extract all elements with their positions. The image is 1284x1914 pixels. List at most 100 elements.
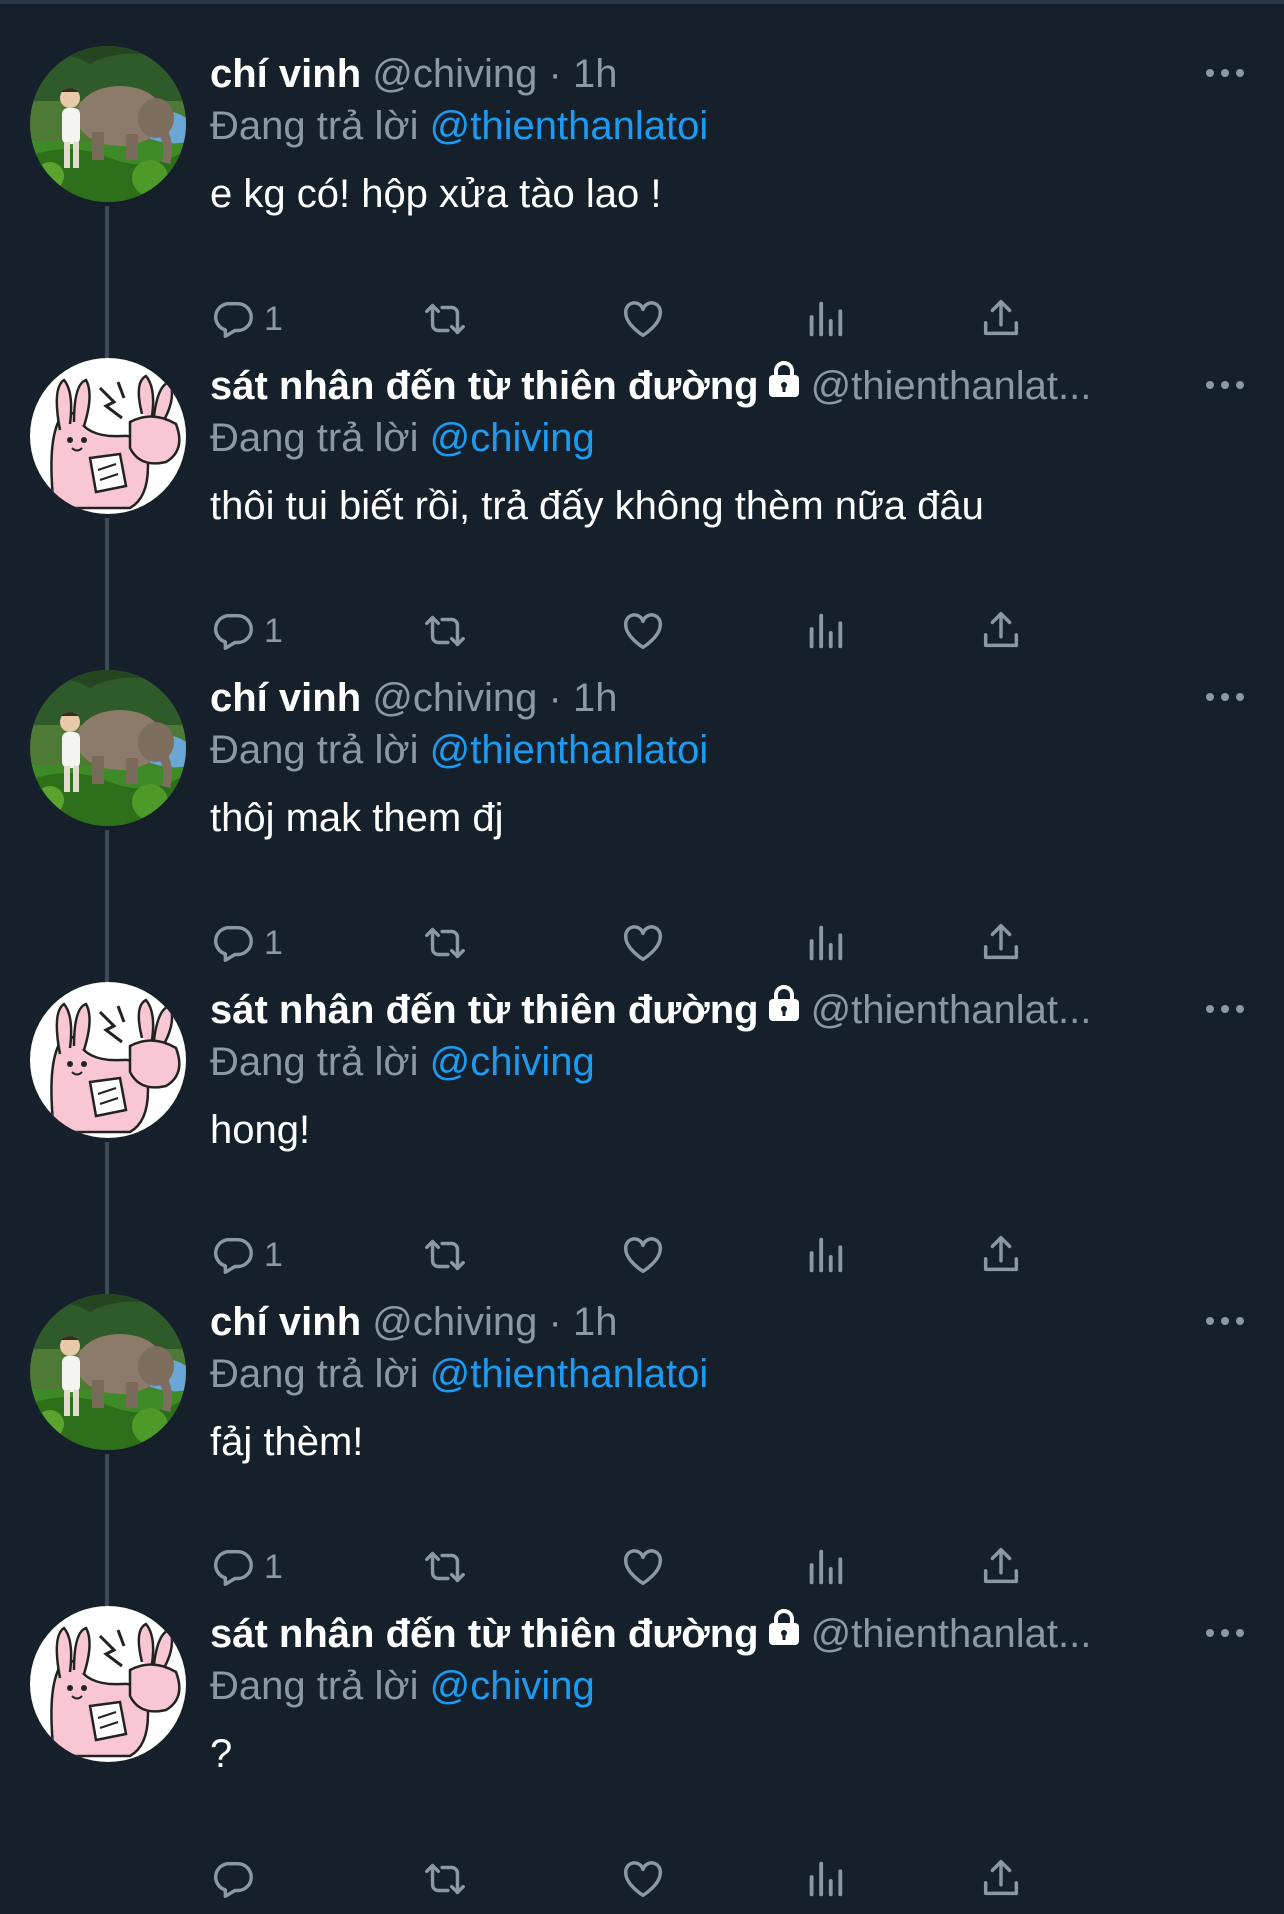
thread-connector [105,206,109,366]
avatar[interactable] [30,982,186,1138]
reply-icon [210,1856,256,1902]
share-button[interactable] [978,1854,1024,1904]
author-name[interactable]: chí vinh [210,52,361,96]
more-icon[interactable] [1200,1306,1250,1336]
retweet-icon [422,1856,468,1902]
mention-link[interactable]: @thienthanlatoi [430,1352,709,1396]
more-icon[interactable] [1200,994,1250,1024]
author-handle[interactable]: @chiving [372,1300,537,1344]
reply-icon [210,920,256,966]
more-icon[interactable] [1200,58,1250,88]
tweet[interactable]: chí vinh @chiving · 1h Đang trả lời @thie… [0,42,1284,366]
tweet[interactable]: sát nhân đến từ thiên đường @thienthanlat… [0,978,1284,1302]
retweet-button[interactable] [422,1854,468,1904]
mention-link[interactable]: @chiving [430,416,595,460]
reply-icon [210,608,256,654]
thread-connector [105,1454,109,1614]
tweet-header: chí vinh @chiving · 1h [210,1298,617,1346]
tweet[interactable]: chí vinh @chiving · 1h Đang trả lời @thie… [0,1290,1284,1614]
share-button[interactable] [978,1230,1024,1280]
timestamp[interactable]: 1h [573,1300,618,1344]
like-icon [620,1544,666,1590]
reply-thread: chí vinh @chiving · 1h Đang trả lời @thie… [0,0,1284,1898]
author-handle[interactable]: @thienthanlat... [811,1612,1092,1656]
action-bar [210,1854,1210,1904]
share-button[interactable] [978,918,1024,968]
like-button[interactable] [620,1542,666,1592]
mention-link[interactable]: @chiving [430,1664,595,1708]
views-button[interactable] [802,1542,848,1592]
mention-link[interactable]: @thienthanlatoi [430,728,709,772]
reply-count: 1 [264,1235,283,1274]
retweet-icon [422,1544,468,1590]
avatar[interactable] [30,46,186,202]
reply-button[interactable] [210,1854,256,1904]
replying-to: Đang trả lời @chiving [210,1662,595,1710]
author-name[interactable]: chí vinh [210,676,361,720]
action-bar: 1 [210,606,1210,656]
tweet-text: thôj mak them đj [210,796,504,840]
author-name[interactable]: sát nhân đến từ thiên đường [210,988,759,1032]
more-icon[interactable] [1200,370,1250,400]
reply-button[interactable]: 1 [210,1230,283,1280]
mention-link[interactable]: @thienthanlatoi [430,104,709,148]
like-button[interactable] [620,294,666,344]
share-icon [978,296,1024,342]
tweet[interactable]: chí vinh @chiving · 1h Đang trả lời @thie… [0,666,1284,990]
share-button[interactable] [978,606,1024,656]
views-button[interactable] [802,918,848,968]
share-button[interactable] [978,1542,1024,1592]
tweet-text: ? [210,1732,233,1776]
avatar[interactable] [30,670,186,826]
thread-connector [105,830,109,990]
avatar[interactable] [30,358,186,514]
reply-button[interactable]: 1 [210,294,283,344]
retweet-button[interactable] [422,1230,468,1280]
reply-button[interactable]: 1 [210,606,283,656]
like-button[interactable] [620,1230,666,1280]
retweet-button[interactable] [422,918,468,968]
replying-to-label: Đang trả lời [210,1664,419,1708]
like-button[interactable] [620,1854,666,1904]
retweet-icon [422,296,468,342]
share-icon [978,920,1024,966]
share-icon [978,1232,1024,1278]
author-handle[interactable]: @chiving [372,676,537,720]
more-icon[interactable] [1200,1618,1250,1648]
like-button[interactable] [620,918,666,968]
replying-to: Đang trả lời @thienthanlatoi [210,102,708,150]
replying-to-label: Đang trả lời [210,1040,419,1084]
mention-link[interactable]: @chiving [430,1040,595,1084]
more-icon[interactable] [1200,682,1250,712]
retweet-button[interactable] [422,606,468,656]
share-icon [978,1544,1024,1590]
author-handle[interactable]: @chiving [372,52,537,96]
tweet[interactable]: sát nhân đến từ thiên đường @thienthanlat… [0,354,1284,678]
timestamp[interactable]: 1h [573,52,618,96]
retweet-button[interactable] [422,1542,468,1592]
retweet-button[interactable] [422,294,468,344]
views-button[interactable] [802,1854,848,1904]
reply-button[interactable]: 1 [210,1542,283,1592]
reply-count: 1 [264,1547,283,1586]
like-button[interactable] [620,606,666,656]
avatar[interactable] [30,1294,186,1450]
avatar[interactable] [30,1606,186,1762]
views-button[interactable] [802,294,848,344]
author-handle[interactable]: @thienthanlat... [811,364,1092,408]
author-handle[interactable]: @thienthanlat... [811,988,1092,1032]
timestamp[interactable]: 1h [573,676,618,720]
action-bar: 1 [210,918,1210,968]
reply-button[interactable]: 1 [210,918,283,968]
tweet-header: chí vinh @chiving · 1h [210,50,617,98]
author-name[interactable]: sát nhân đến từ thiên đường [210,1612,759,1656]
author-name[interactable]: sát nhân đến từ thiên đường [210,364,759,408]
views-button[interactable] [802,606,848,656]
separator-dot: · [548,1300,562,1344]
author-name[interactable]: chí vinh [210,1300,361,1344]
views-button[interactable] [802,1230,848,1280]
views-icon [802,608,848,654]
like-icon [620,1232,666,1278]
tweet[interactable]: sát nhân đến từ thiên đường @thienthanlat… [0,1602,1284,1914]
share-button[interactable] [978,294,1024,344]
